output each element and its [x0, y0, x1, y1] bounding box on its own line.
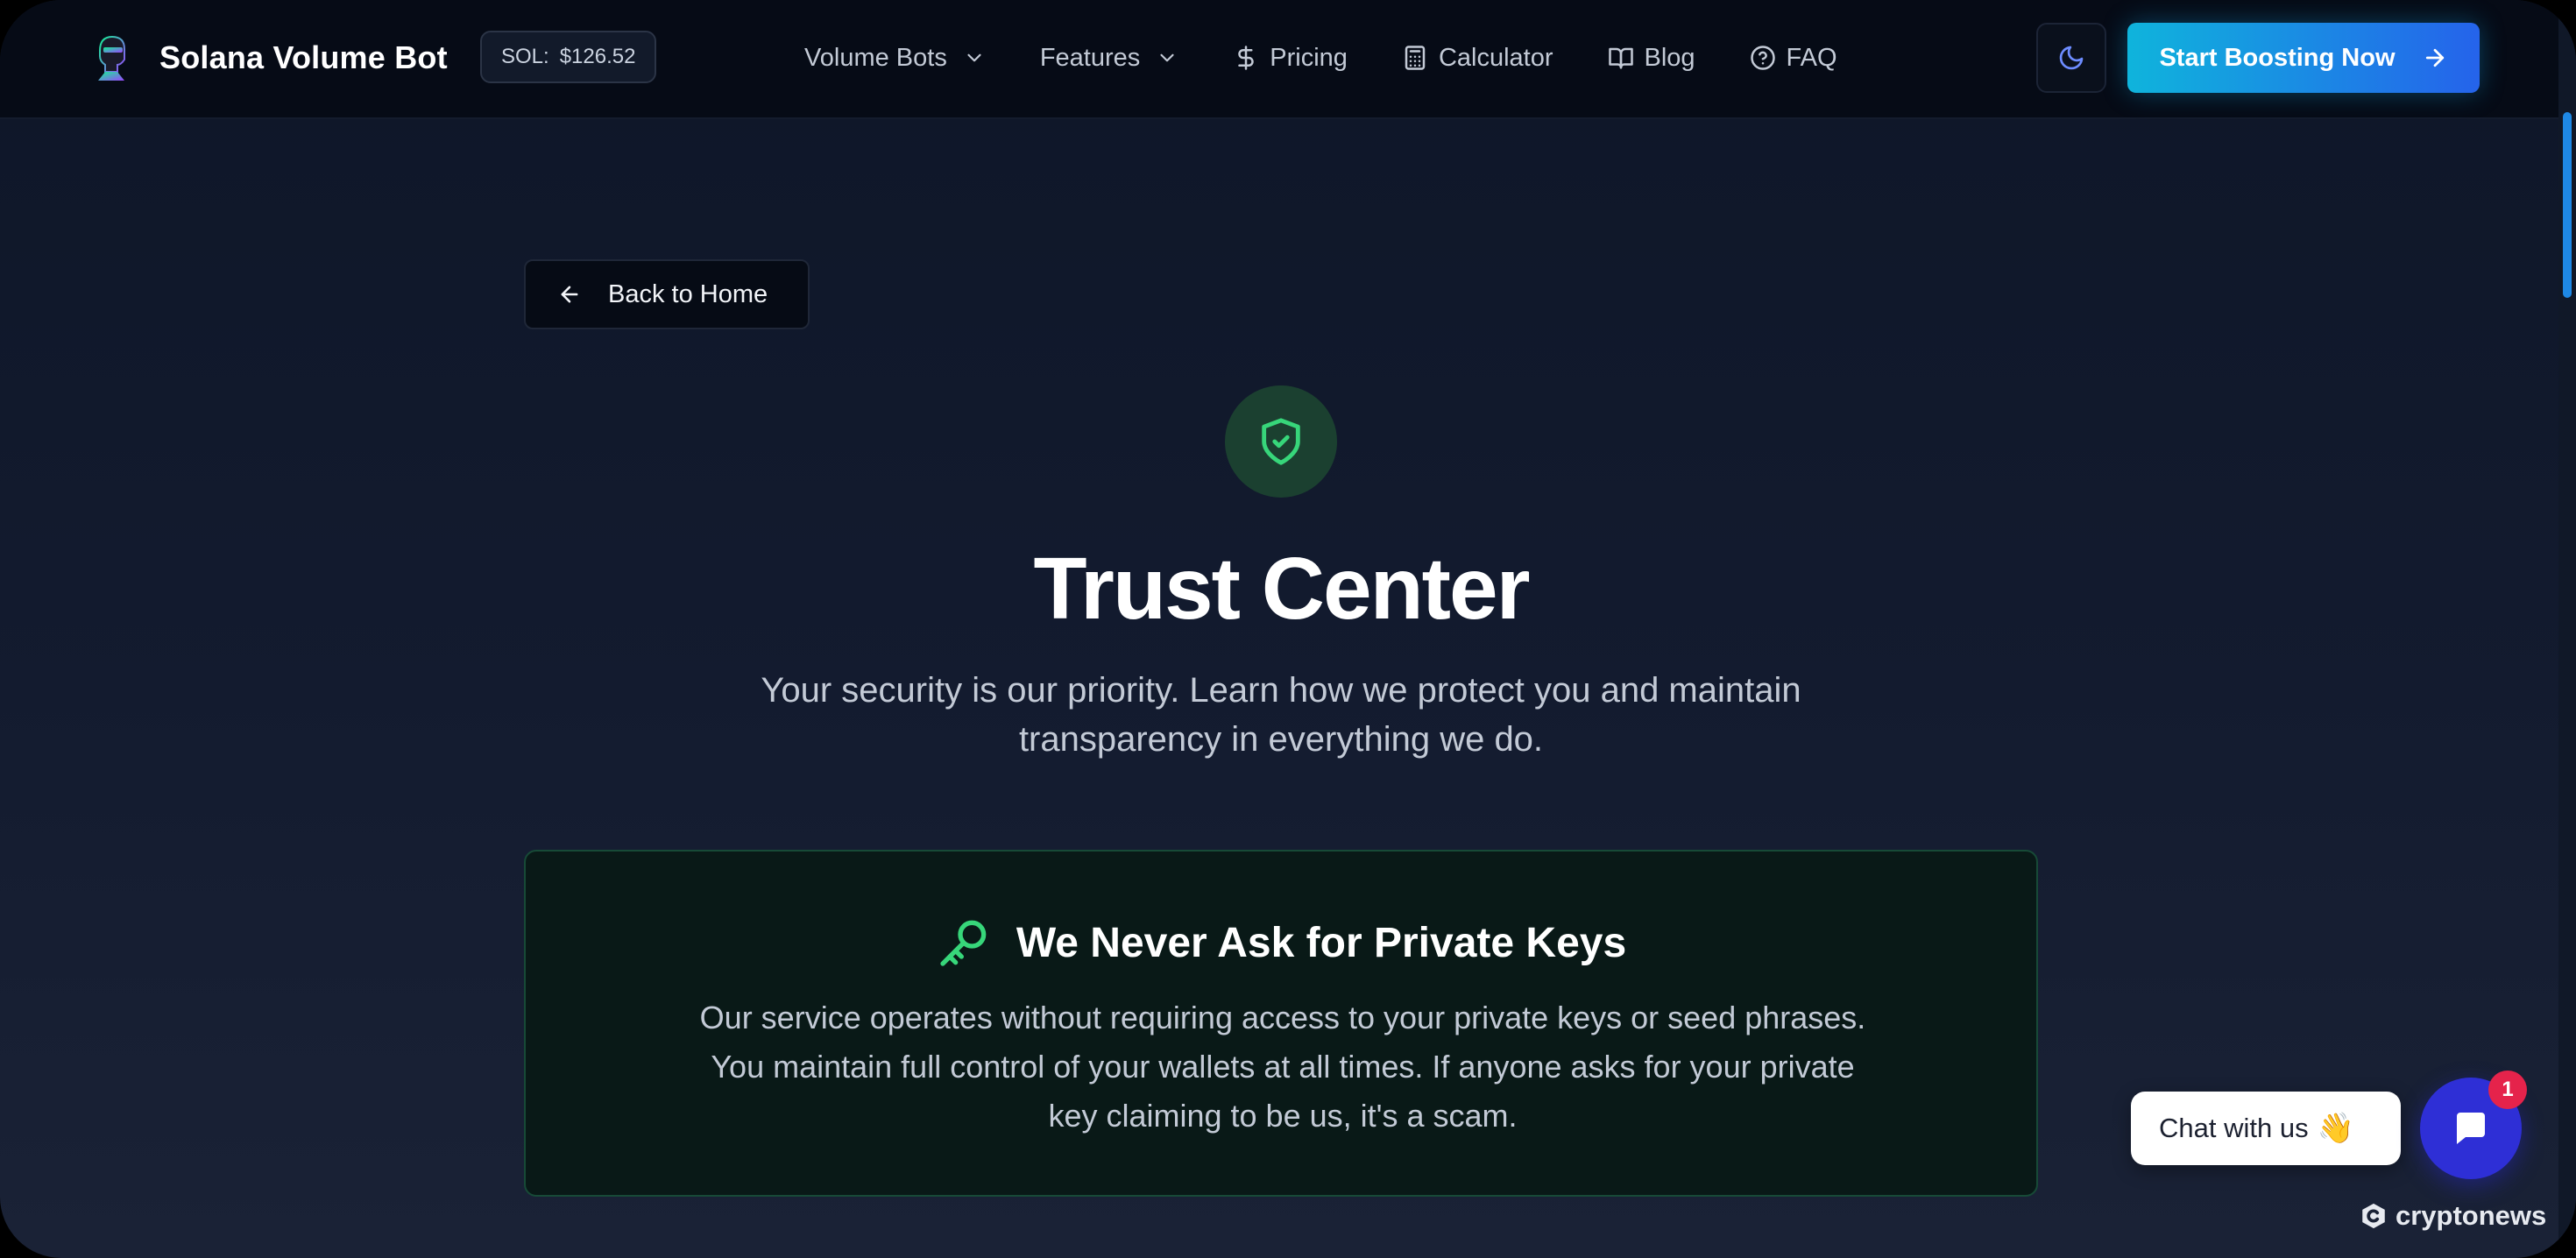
scrollbar-thumb[interactable] — [2563, 112, 2572, 298]
brand-home-link[interactable]: Solana Volume Bot — [91, 33, 448, 82]
nav-volume-bots-label: Volume Bots — [804, 43, 947, 72]
start-boosting-button[interactable]: Start Boosting Now — [2127, 23, 2480, 93]
page-title: Trust Center — [1033, 540, 1530, 638]
back-to-home-label: Back to Home — [608, 279, 768, 308]
help-circle-icon — [1750, 46, 1775, 70]
nav-calculator-label: Calculator — [1438, 43, 1553, 72]
start-boosting-label: Start Boosting Now — [2159, 43, 2396, 72]
nav-calculator[interactable]: Calculator — [1402, 44, 1553, 73]
arrow-left-icon — [561, 286, 578, 303]
dollar-sign-icon — [1238, 46, 1255, 70]
chevron-down-icon — [967, 53, 981, 62]
browser-page: Solana Volume Bot SOL: $126.52 Volume Bo… — [0, 0, 2576, 1258]
nav-features-label: Features — [1039, 43, 1141, 72]
nav-faq-label: FAQ — [1786, 43, 1837, 72]
nav-blog-label: Blog — [1644, 43, 1695, 72]
hero-icon-badge — [1225, 385, 1337, 498]
nav-features[interactable]: Features — [1040, 44, 1178, 73]
calculator-icon — [1405, 46, 1426, 70]
chevron-down-icon — [1160, 53, 1174, 62]
sol-price-label: SOL: — [501, 45, 549, 68]
nav-volume-bots[interactable]: Volume Bots — [804, 44, 986, 73]
sol-price-value: $126.52 — [559, 45, 636, 68]
chat-unread-badge: 1 — [2488, 1071, 2527, 1109]
private-keys-title: We Never Ask for Private Keys — [1016, 919, 1627, 966]
cryptonews-logo-icon — [2362, 1203, 2385, 1229]
moon-icon — [2059, 46, 2084, 70]
arrow-right-icon — [2425, 48, 2444, 67]
key-icon — [940, 920, 987, 966]
book-open-icon — [1608, 47, 1633, 69]
theme-toggle-button[interactable] — [2036, 23, 2106, 93]
nav-blog[interactable]: Blog — [1608, 44, 1695, 73]
nav-pricing[interactable]: Pricing — [1233, 44, 1348, 73]
watermark-text: cryptonews — [2396, 1200, 2547, 1231]
private-keys-heading: We Never Ask for Private Keys — [526, 915, 2036, 971]
brand-logo-icon — [98, 35, 125, 81]
sol-price-badge: SOL: $126.52 — [480, 31, 657, 83]
waving-hand-icon: 👋 — [2317, 1112, 2354, 1145]
brand-name: Solana Volume Bot — [159, 39, 448, 75]
chat-message-icon — [2457, 1113, 2485, 1144]
nav-faq[interactable]: FAQ — [1750, 44, 1837, 73]
back-to-home-button[interactable]: Back to Home — [524, 259, 810, 329]
private-keys-body: Our service operates without requiring a… — [699, 1000, 1866, 1134]
cryptonews-watermark: cryptonews — [2359, 1200, 2546, 1232]
chat-prompt-bubble[interactable]: Chat with us 👋 — [2131, 1092, 2401, 1165]
chat-prompt-text: Chat with us — [2159, 1113, 2309, 1143]
shield-check-icon — [1262, 418, 1300, 465]
nav-pricing-label: Pricing — [1270, 43, 1348, 72]
top-navbar: Solana Volume Bot SOL: $126.52 Volume Bo… — [0, 0, 2576, 119]
private-keys-notice-card: We Never Ask for Private Keys Our servic… — [524, 850, 2038, 1197]
page-subtitle: Your security is our priority. Learn how… — [761, 671, 1801, 759]
main-nav: Volume Bots Features Pricing Calculator … — [804, 35, 1837, 81]
page-scrollbar[interactable] — [2558, 0, 2576, 1258]
